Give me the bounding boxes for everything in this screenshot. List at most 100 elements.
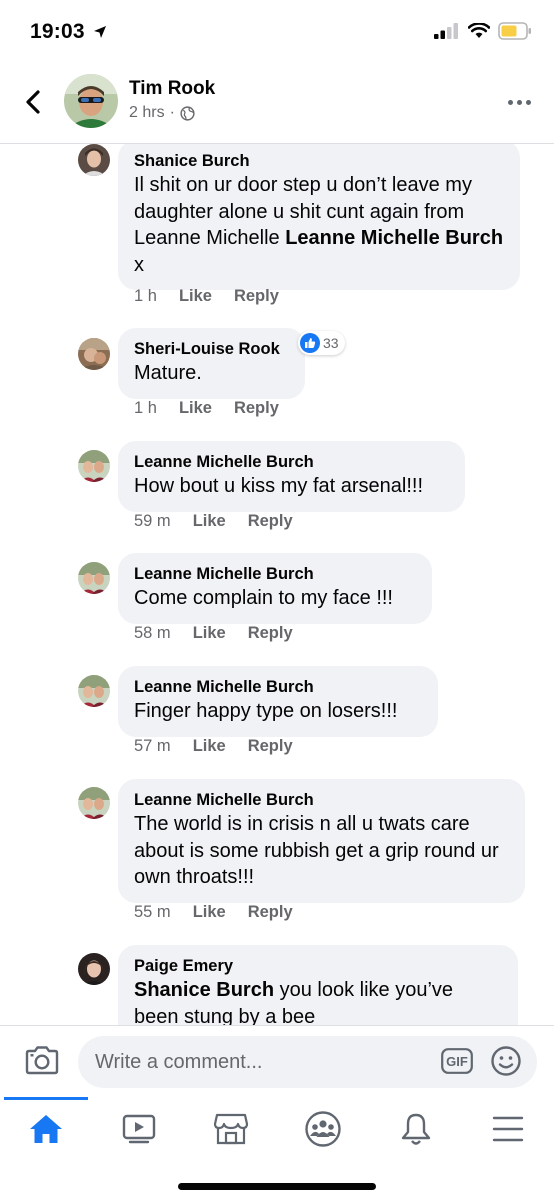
- commenter-avatar[interactable]: [78, 675, 110, 707]
- like-button[interactable]: Like: [179, 287, 212, 306]
- status-time-text: 19:03: [30, 20, 85, 43]
- dot-icon: [508, 99, 513, 105]
- comment-actions: 1 h Like Reply: [134, 399, 301, 418]
- comment-bubble[interactable]: Leanne Michelle Burch The world is in cr…: [118, 779, 525, 903]
- comment-time[interactable]: 58 m: [134, 624, 171, 643]
- post-header: Tim Rook 2 hrs ·: [0, 64, 554, 144]
- like-button[interactable]: Like: [193, 512, 226, 531]
- gif-label: GIF: [446, 1054, 468, 1069]
- like-button[interactable]: Like: [193, 624, 226, 643]
- like-button[interactable]: Like: [193, 737, 226, 756]
- commenter-avatar[interactable]: [78, 450, 110, 482]
- comment-text: How bout u kiss my fat arsenal!!!: [134, 475, 424, 497]
- like-button[interactable]: Like: [179, 399, 212, 418]
- comment-text: Il shit on ur door step u don’t leave my…: [134, 172, 504, 278]
- comment-actions: 1 h Like Reply: [134, 287, 301, 306]
- comment-author[interactable]: Leanne Michelle Burch: [134, 789, 509, 811]
- battery-icon: [498, 22, 531, 40]
- status-time: 19:03: [30, 20, 107, 44]
- comment-time[interactable]: 55 m: [134, 903, 171, 922]
- wifi-icon: [468, 23, 490, 38]
- comment-author[interactable]: Sheri-Louise Rook: [134, 338, 289, 360]
- comment-author[interactable]: Paige Emery: [134, 955, 502, 977]
- avatar-image: [78, 144, 110, 176]
- comment-time[interactable]: 57 m: [134, 737, 171, 756]
- chevron-left-icon: [26, 90, 40, 114]
- comment-text: Finger happy type on losers!!!: [134, 700, 398, 722]
- signal-icon: [434, 23, 458, 39]
- author-name[interactable]: Tim Rook: [129, 78, 215, 100]
- comment-bubble[interactable]: Sheri-Louise Rook Mature.: [118, 328, 305, 399]
- tab-menu[interactable]: [486, 1107, 530, 1151]
- comment-author[interactable]: Leanne Michelle Burch: [134, 563, 416, 585]
- comment-time[interactable]: 59 m: [134, 512, 171, 531]
- avatar-image: [78, 787, 110, 819]
- reaction-summary[interactable]: 33: [298, 331, 345, 355]
- comment-text: Shanice Burch you look like you’ve been …: [134, 977, 502, 1025]
- tab-marketplace[interactable]: [209, 1107, 253, 1151]
- globe-icon: [180, 105, 195, 121]
- dot-icon: [526, 99, 531, 105]
- avatar-image: [78, 675, 110, 707]
- commenter-avatar[interactable]: [78, 144, 110, 176]
- comment-actions: 57 m Like Reply: [134, 737, 315, 756]
- comment-bubble[interactable]: Leanne Michelle Burch How bout u kiss my…: [118, 441, 465, 512]
- comment-time[interactable]: 1 h: [134, 287, 157, 306]
- post-time[interactable]: 2 hrs: [129, 104, 165, 122]
- comment-author[interactable]: Leanne Michelle Burch: [134, 451, 449, 473]
- avatar-image: [64, 74, 118, 128]
- reply-button[interactable]: Reply: [234, 399, 279, 418]
- like-button[interactable]: Like: [193, 903, 226, 922]
- meta-separator: ·: [169, 104, 175, 121]
- groups-icon: [305, 1111, 341, 1147]
- avatar-image: [78, 953, 110, 985]
- menu-icon: [492, 1116, 524, 1142]
- comments-list[interactable]: Shanice Burch Il shit on ur door step u …: [0, 144, 554, 1025]
- more-options-button[interactable]: [508, 96, 534, 108]
- camera-button[interactable]: [24, 1044, 60, 1076]
- comment-bubble[interactable]: Shanice Burch Il shit on ur door step u …: [118, 144, 520, 290]
- back-button[interactable]: [20, 86, 48, 118]
- gif-button[interactable]: GIF: [441, 1048, 473, 1074]
- notifications-icon: [401, 1113, 431, 1145]
- reply-button[interactable]: Reply: [234, 287, 279, 306]
- author-avatar[interactable]: [64, 74, 118, 128]
- tab-home[interactable]: [24, 1107, 68, 1151]
- reply-button[interactable]: Reply: [248, 512, 293, 531]
- comment-author[interactable]: Shanice Burch: [134, 150, 504, 172]
- dot-icon: [517, 99, 522, 105]
- reply-button[interactable]: Reply: [248, 903, 293, 922]
- comment-bubble[interactable]: Leanne Michelle Burch Come complain to m…: [118, 553, 432, 624]
- comment-author[interactable]: Leanne Michelle Burch: [134, 676, 422, 698]
- post-meta: 2 hrs ·: [129, 104, 195, 122]
- comment-mention[interactable]: Shanice Burch: [134, 979, 274, 1001]
- commenter-avatar[interactable]: [78, 562, 110, 594]
- emoji-button[interactable]: [490, 1045, 522, 1077]
- status-icons: [434, 22, 532, 40]
- commenter-avatar[interactable]: [78, 787, 110, 819]
- comment-mention[interactable]: Leanne Michelle Burch: [285, 227, 503, 249]
- home-icon: [30, 1115, 62, 1143]
- watch-icon: [122, 1114, 156, 1144]
- tab-groups[interactable]: [301, 1107, 345, 1151]
- avatar-image: [78, 338, 110, 370]
- tab-notifications[interactable]: [394, 1107, 438, 1151]
- camera-icon: [25, 1046, 59, 1075]
- reply-button[interactable]: Reply: [248, 737, 293, 756]
- emoji-icon: [491, 1046, 521, 1076]
- tab-watch[interactable]: [117, 1107, 161, 1151]
- comment-composer: Write a comment... GIF: [0, 1025, 554, 1097]
- comment-actions: 55 m Like Reply: [134, 903, 315, 922]
- location-arrow-icon: [93, 26, 106, 38]
- comment-actions: 58 m Like Reply: [134, 624, 315, 643]
- comment-time[interactable]: 1 h: [134, 399, 157, 418]
- comment-text-tail: x: [134, 253, 144, 276]
- comment-bubble[interactable]: Leanne Michelle Burch Finger happy type …: [118, 666, 438, 737]
- reaction-count: 33: [323, 335, 339, 351]
- comment-text: The world is in crisis n all u twats car…: [134, 813, 499, 888]
- commenter-avatar[interactable]: [78, 953, 110, 985]
- commenter-avatar[interactable]: [78, 338, 110, 370]
- reply-button[interactable]: Reply: [248, 624, 293, 643]
- status-bar: 19:03: [0, 0, 554, 64]
- comment-bubble[interactable]: Paige Emery Shanice Burch you look like …: [118, 945, 518, 1025]
